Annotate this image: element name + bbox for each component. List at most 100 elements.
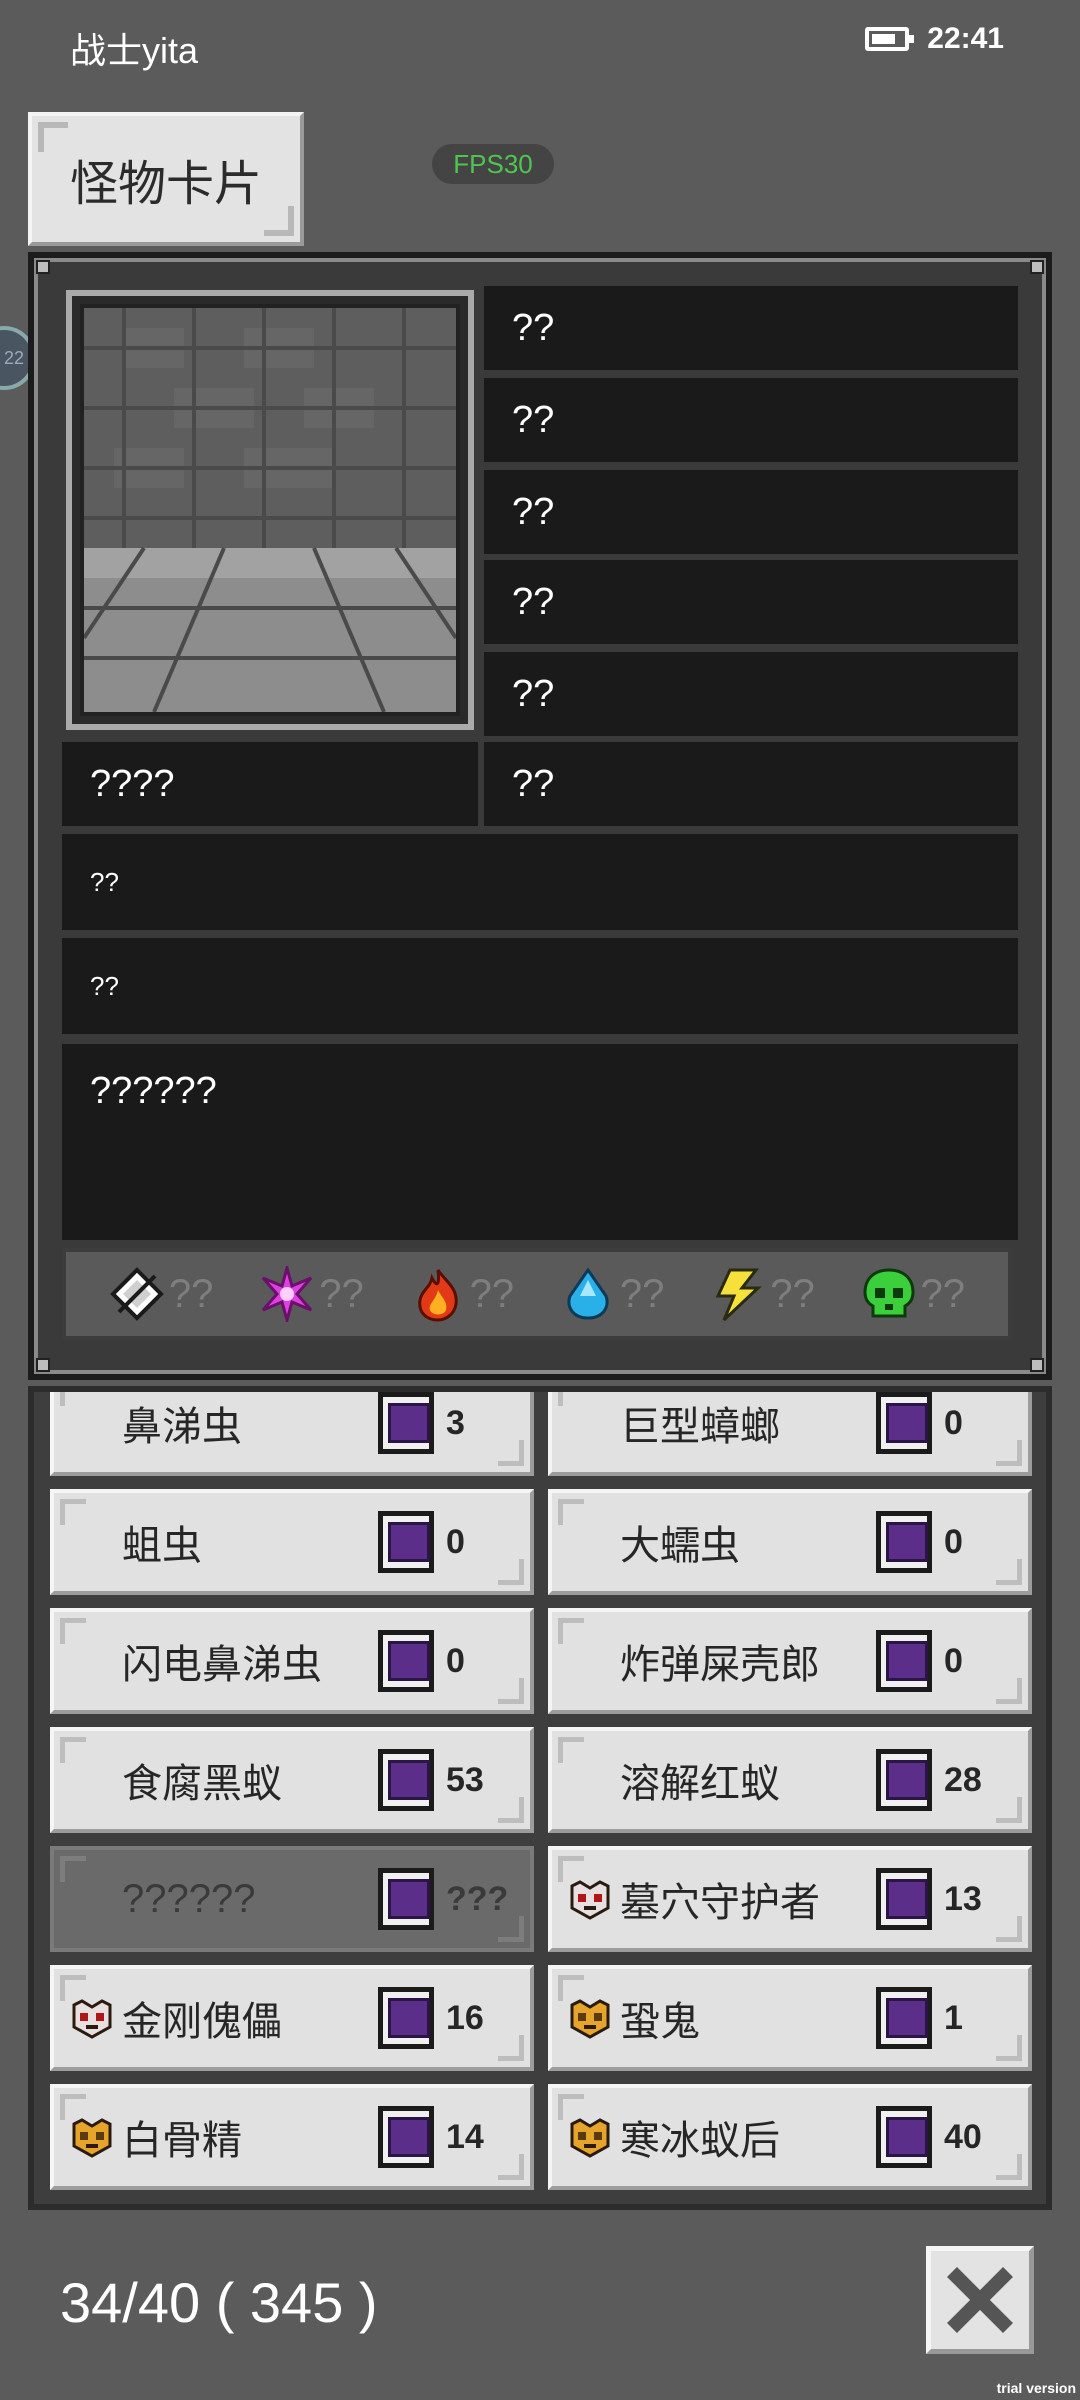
frame-corner — [60, 1975, 86, 2001]
watermark: trial version — [996, 2380, 1076, 2396]
monster-kill-count: 0 — [446, 1522, 465, 1561]
monster-portrait-frame — [66, 290, 474, 730]
monster-name: 大蠕虫 — [620, 1524, 740, 1568]
monster-book-icon — [876, 1987, 932, 2049]
gold-boss-mask-icon — [70, 2118, 114, 2158]
monster-kill-count: 13 — [944, 1879, 982, 1918]
monster-name: 寒冰蚁后 — [620, 2119, 780, 2163]
monster-list-item[interactable]: 闪电鼻涕虫 0 — [50, 1608, 534, 1714]
monster-name: 溶解红蚁 — [620, 1762, 780, 1806]
frame-corner — [60, 2094, 86, 2120]
frame-corner — [498, 2035, 524, 2061]
frame-corner — [60, 1737, 86, 1763]
water-drop-icon — [567, 1267, 609, 1320]
monster-book-icon — [378, 1392, 434, 1454]
element-value: ?? — [619, 1271, 665, 1316]
red-boss-mask-icon — [568, 1880, 612, 1920]
monster-kill-count: 0 — [446, 1641, 465, 1680]
monster-list-item[interactable]: 鼻涕虫 3 — [50, 1392, 534, 1476]
monster-name: 白骨精 — [122, 2119, 242, 2163]
frame-corner — [60, 1618, 86, 1644]
stat-slot-5: ?? — [484, 652, 1018, 736]
element-resistance-bar: ?? ?? ?? ?? ?? ?? — [62, 1248, 1012, 1340]
element-value: ?? — [770, 1271, 815, 1316]
monster-list-item[interactable]: 白骨精 14 — [50, 2084, 534, 2190]
monster-kill-count: 40 — [944, 2117, 982, 2156]
monster-list-item[interactable]: 金刚傀儡 16 — [50, 1965, 534, 2071]
monster-book-icon — [876, 1511, 932, 1573]
element-fire: ?? — [410, 1266, 515, 1322]
monster-list-item[interactable]: 蛩鬼 1 — [548, 1965, 1032, 2071]
element-lightning: ?? — [710, 1266, 815, 1322]
info-slot-2: ?? — [62, 938, 1018, 1034]
close-button[interactable] — [926, 2246, 1034, 2354]
monster-book-icon — [378, 1511, 434, 1573]
frame-pin — [36, 1358, 50, 1372]
info-slot-1: ?? — [62, 834, 1018, 930]
monster-book-icon — [378, 1630, 434, 1692]
monster-name: 炸弹屎壳郎 — [620, 1643, 820, 1687]
frame-corner — [558, 1392, 584, 1406]
monster-list-item[interactable]: 寒冰蚁后 40 — [548, 2084, 1032, 2190]
monster-book-icon — [876, 1868, 932, 1930]
stat-slot-1: ?? — [484, 286, 1018, 370]
page-title-text: 怪物卡片 — [69, 158, 262, 211]
element-value: ?? — [920, 1271, 966, 1316]
monster-kill-count: 0 — [944, 1403, 963, 1442]
close-icon — [947, 2267, 1013, 2333]
monster-kill-count: 0 — [944, 1641, 963, 1680]
frame-pin — [1030, 1358, 1044, 1372]
monster-book-icon — [876, 1392, 932, 1454]
monster-list-item[interactable]: 墓穴守护者 13 — [548, 1846, 1032, 1952]
frame-corner — [60, 1856, 86, 1882]
monster-book-icon — [876, 1749, 932, 1811]
monster-name: 食腐黑蚁 — [122, 1762, 282, 1806]
description-slot: ?????? — [62, 1044, 1018, 1240]
frame-corner — [498, 1797, 524, 1823]
monster-kill-count: 3 — [446, 1403, 465, 1442]
frame-corner — [498, 2154, 524, 2180]
frame-corner — [558, 1499, 584, 1525]
element-value: ?? — [168, 1271, 214, 1316]
monster-list-item[interactable]: 炸弹屎壳郎 0 — [548, 1608, 1032, 1714]
monster-name: 闪电鼻涕虫 — [122, 1643, 322, 1687]
frame-corner — [558, 1618, 584, 1644]
frame-corner — [996, 1678, 1022, 1704]
frame-corner — [498, 1559, 524, 1585]
monster-list-item[interactable]: 溶解红蚁 28 — [548, 1727, 1032, 1833]
element-value: ?? — [319, 1271, 364, 1316]
monster-name-slot: ???? — [62, 742, 478, 826]
element-water: ?? — [560, 1266, 665, 1322]
frame-corner — [996, 1440, 1022, 1466]
monster-list-item[interactable]: 巨型蟑螂 0 — [548, 1392, 1032, 1476]
monster-list[interactable]: 鼻涕虫 3 巨型蟑螂 0 蛆虫 0 大蠕虫 0 闪电鼻涕虫 0 炸弹屎壳郎 0 食腐黑蚁 53 溶解红蚁 28… — [28, 1386, 1052, 2210]
monster-kill-count: 53 — [446, 1760, 484, 1799]
monster-name: 鼻涕虫 — [122, 1405, 242, 1449]
stat-slot-4: ?? — [484, 560, 1018, 644]
monster-list-item[interactable]: 食腐黑蚁 53 — [50, 1727, 534, 1833]
status-right: 22:41 — [865, 22, 1004, 56]
monster-list-item[interactable]: ????????? — [50, 1846, 534, 1952]
red-boss-mask-icon — [70, 1999, 114, 2039]
frame-corner — [498, 1678, 524, 1704]
monster-list-item[interactable]: 大蠕虫 0 — [548, 1489, 1032, 1595]
stat-slot-2: ?? — [484, 378, 1018, 462]
flame-icon — [417, 1269, 458, 1322]
monster-kill-count: ??? — [446, 1879, 509, 1918]
dungeon-room-image — [84, 308, 456, 712]
monster-name: 巨型蟑螂 — [620, 1405, 780, 1449]
frame-corner — [996, 1797, 1022, 1823]
diamond-shield-icon — [110, 1267, 164, 1321]
monster-name: 蛆虫 — [122, 1524, 202, 1568]
fps-badge: FPS30 — [432, 144, 554, 184]
frame-corner — [996, 2154, 1022, 2180]
magenta-spark-icon — [262, 1266, 313, 1322]
frame-corner — [60, 1392, 86, 1406]
battery-fill — [872, 34, 895, 44]
element-value: ?? — [469, 1271, 515, 1316]
monster-book-icon — [876, 2106, 932, 2168]
monster-list-item[interactable]: 蛆虫 0 — [50, 1489, 534, 1595]
battery-icon — [865, 27, 915, 51]
monster-book-icon — [378, 1987, 434, 2049]
element-poison: ?? — [861, 1266, 966, 1322]
